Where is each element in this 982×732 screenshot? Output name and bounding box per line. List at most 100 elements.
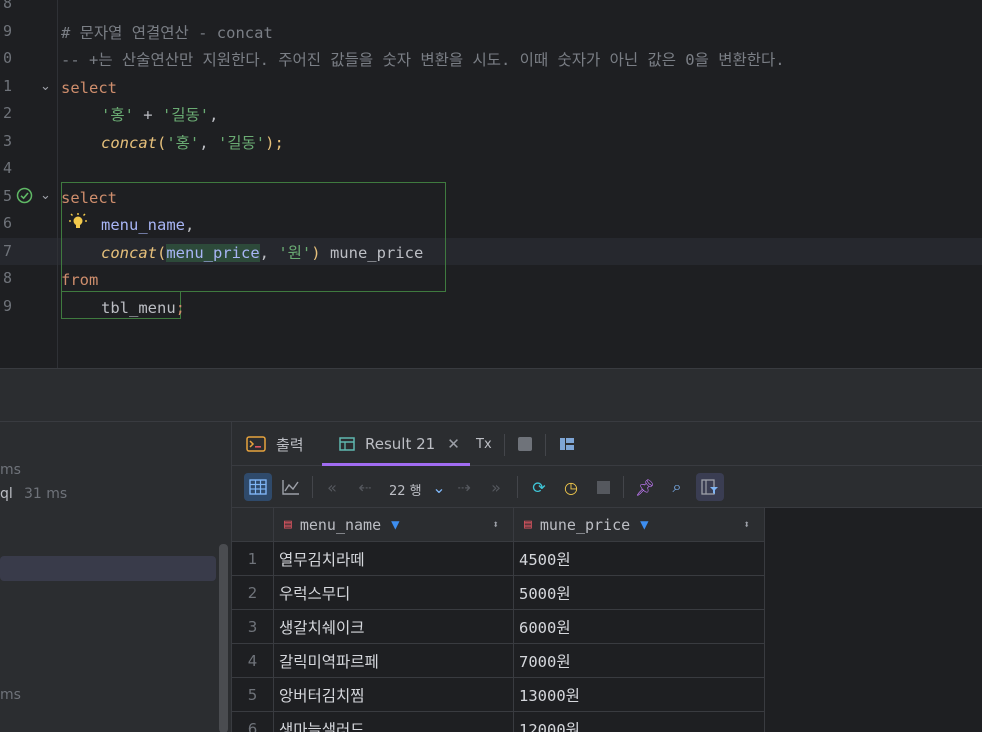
- column-icon: ▤: [524, 517, 532, 532]
- line-number: 0: [2, 49, 12, 67]
- line-number: 2: [2, 104, 12, 122]
- line-number: 4: [2, 159, 12, 177]
- pin-icon: 📌︎: [634, 477, 656, 497]
- cell-mune-price[interactable]: 6000원: [514, 610, 765, 643]
- table-row[interactable]: 3 생갈치쉐이크 6000원: [232, 610, 765, 644]
- table-row[interactable]: 6 생마늘샐러드 12000원: [232, 712, 765, 732]
- duration-text: ms: [0, 687, 21, 703]
- run-success-check-icon[interactable]: [16, 187, 33, 204]
- line-chart-icon: [282, 480, 299, 495]
- code-line: concat(menu_price, '원') mune_price: [101, 243, 423, 263]
- stop-square-icon: [518, 437, 532, 451]
- cell-menu-name[interactable]: 열무김치라떼: [274, 542, 514, 575]
- chart-view-button[interactable]: [277, 473, 305, 501]
- prev-page-button[interactable]: ⇠: [351, 473, 379, 501]
- search-icon: ⌕: [672, 477, 682, 496]
- sql-function: concat: [101, 244, 157, 262]
- filter-icon[interactable]: ▼: [391, 517, 399, 533]
- stop-button[interactable]: [518, 422, 532, 466]
- selected-session-row[interactable]: [0, 556, 216, 581]
- statement-highlight-box: [61, 182, 446, 292]
- sql-function: concat: [101, 134, 157, 152]
- divider: [545, 434, 546, 456]
- line-number: 7: [2, 242, 12, 260]
- next-page-button[interactable]: ⇢: [450, 473, 478, 501]
- code-comment: -- +는 산술연산만 지원한다. 주어진 값들을 숫자 변환을 시도. 이때 …: [61, 51, 785, 69]
- sort-icon[interactable]: ⬍: [492, 518, 499, 531]
- sql-column: menu_name: [101, 216, 185, 234]
- sql-table: tbl_menu: [101, 299, 176, 317]
- services-panel: ms ql 31 ms ms: [0, 421, 231, 732]
- table-row[interactable]: 4 갈릭미역파르페 7000원: [232, 644, 765, 678]
- sql-string: '길동': [217, 134, 266, 152]
- cell-menu-name[interactable]: 갈릭미역파르페: [274, 644, 514, 677]
- first-page-button[interactable]: «: [318, 473, 346, 501]
- cell-menu-name[interactable]: 생마늘샐러드: [274, 712, 514, 732]
- results-tabbar: 출력 Result 21 ✕ Tx: [232, 422, 982, 466]
- tab-result[interactable]: Result 21 ✕: [339, 422, 460, 466]
- vertical-scrollbar[interactable]: [219, 544, 228, 732]
- cancel-query-button[interactable]: [589, 473, 617, 501]
- panel-splitter[interactable]: [0, 368, 982, 421]
- sql-string: '길동': [161, 106, 210, 124]
- tab-output[interactable]: 출력: [246, 422, 304, 466]
- line-number: 9: [2, 297, 12, 315]
- table-row[interactable]: 1 열무김치라떼 4500원: [232, 542, 765, 576]
- results-panel: 출력 Result 21 ✕ Tx « ⇠ 22 행 ⌄ ⇢ » ⟳ ◷ 📌︎ …: [231, 421, 982, 732]
- view-query-button[interactable]: [696, 473, 724, 501]
- search-button[interactable]: ⌕: [663, 473, 691, 501]
- cell-mune-price[interactable]: 4500원: [514, 542, 765, 575]
- tx-button[interactable]: Tx: [476, 422, 492, 466]
- refresh-icon: ⟳: [532, 477, 546, 497]
- table-view-button[interactable]: [244, 473, 272, 501]
- layout-button[interactable]: [559, 422, 575, 466]
- code-editor[interactable]: 8 9 0 1 2 3 4 5 6 7 8 9 ⌄ ⌄ # 문자열 연결연산 -…: [0, 0, 982, 370]
- cell-mune-price[interactable]: 7000원: [514, 644, 765, 677]
- line-number: 1: [2, 77, 12, 95]
- history-button[interactable]: ◷: [557, 473, 585, 501]
- gutter-divider: [57, 0, 58, 368]
- column-header-menu-name[interactable]: ▤ menu_name ▼ ⬍: [274, 508, 514, 542]
- sql-punct: ;: [175, 299, 185, 317]
- close-icon[interactable]: ✕: [447, 435, 460, 453]
- cell-mune-price[interactable]: 13000원: [514, 678, 765, 711]
- fold-chevron-icon[interactable]: ⌄: [40, 188, 51, 203]
- cell-menu-name[interactable]: 우럭스무디: [274, 576, 514, 609]
- session-item-label[interactable]: ql: [0, 486, 13, 502]
- cell-menu-name[interactable]: 생갈치쉐이크: [274, 610, 514, 643]
- last-page-button[interactable]: »: [482, 473, 510, 501]
- table-grid-icon: [339, 437, 355, 451]
- layout-grid-icon: [560, 438, 574, 450]
- cell-menu-name[interactable]: 앙버터김치찜: [274, 678, 514, 711]
- pin-button[interactable]: 📌︎: [631, 473, 659, 501]
- code-line: menu_name,: [101, 215, 194, 235]
- cell-mune-price[interactable]: 5000원: [514, 576, 765, 609]
- divider: [312, 476, 313, 498]
- code-line: select: [61, 188, 117, 208]
- page-size-dropdown[interactable]: ⌄: [425, 473, 453, 501]
- arrow-right-icon: ⇢: [457, 477, 471, 497]
- table-row[interactable]: 2 우럭스무디 5000원: [232, 576, 765, 610]
- sql-column: menu_price: [166, 244, 260, 262]
- cell-mune-price[interactable]: 12000원: [514, 712, 765, 732]
- sort-icon[interactable]: ⬍: [743, 518, 750, 531]
- row-count[interactable]: 22 행: [389, 480, 422, 499]
- code-comment: # 문자열 연결연산 - concat: [61, 24, 273, 42]
- tab-output-label: 출력: [276, 435, 304, 454]
- table-row[interactable]: 5 앙버터김치찜 13000원: [232, 678, 765, 712]
- sql-punct: ,: [185, 216, 195, 234]
- table-view-icon: [249, 479, 267, 495]
- row-number-header: [232, 508, 274, 542]
- line-number: 3: [2, 132, 12, 150]
- fold-chevron-icon[interactable]: ⌄: [40, 79, 51, 94]
- row-number: 1: [232, 542, 274, 575]
- refresh-button[interactable]: ⟳: [525, 473, 553, 501]
- line-number: 8: [2, 269, 12, 287]
- filter-icon[interactable]: ▼: [640, 517, 648, 533]
- code-line: concat('홍', '길동');: [101, 133, 284, 153]
- sql-keyword: select: [61, 189, 117, 207]
- divider: [504, 434, 505, 456]
- column-header-mune-price[interactable]: ▤ mune_price ▼ ⬍: [514, 508, 765, 542]
- duration-text: ms: [0, 462, 21, 478]
- double-chevron-right-icon: »: [491, 477, 501, 497]
